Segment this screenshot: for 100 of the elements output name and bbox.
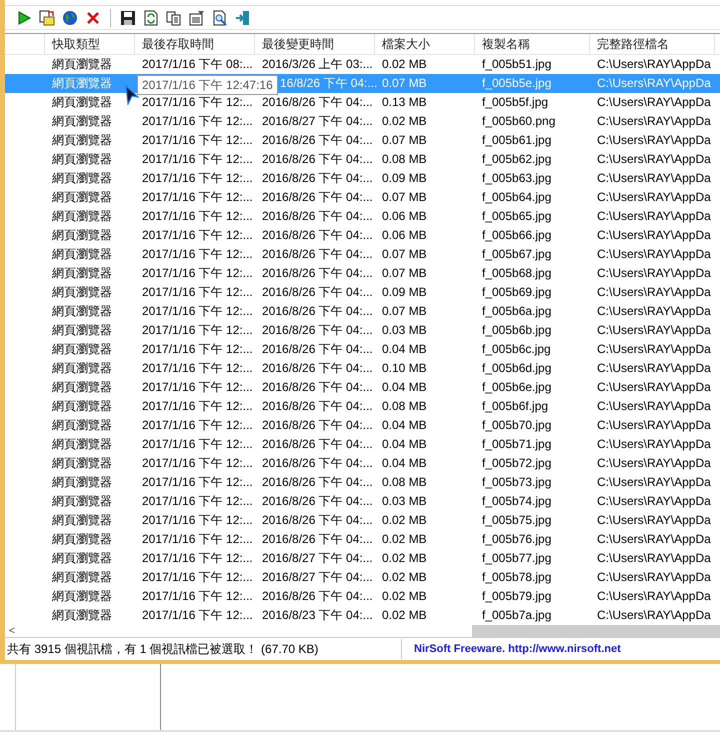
table-cell: 網頁瀏覽器 xyxy=(52,494,112,508)
table-row[interactable]: 網頁瀏覽器 2017/1/16 下午 12:... 2016/8/27 下午 04:... 0.02 MB f_005b77.jpg C:\Users\RAY\AppDa xyxy=(5,549,720,568)
table-row[interactable]: 網頁瀏覽器 2017/1/16 下午 12:... 2016/8/26 下午 04:... 0.07 MB f_005b67.jpg C:\Users\RAY\AppDa xyxy=(5,245,720,264)
table-cell: 0.04 MB xyxy=(382,418,427,432)
table-cell: f_005b76.jpg xyxy=(482,532,552,546)
table-cell: f_005b51.jpg xyxy=(482,57,552,71)
table-row[interactable]: 網頁瀏覽器 2017/1/16 下午 12:... 2016/8/26 下午 04:... 0.07 MB f_005b64.jpg C:\Users\RAY\AppDa xyxy=(5,188,720,207)
save-button[interactable] xyxy=(119,8,137,26)
table-row[interactable]: 網頁瀏覽器 2017/1/16 下午 12:... 2016/8/26 下午 04:... 0.10 MB f_005b6d.jpg C:\Users\RAY\AppDa xyxy=(5,359,720,378)
table-row[interactable]: 網頁瀏覽器 2017/1/16 下午 12:... 2016/8/26 下午 04:... 0.09 MB f_005b63.jpg C:\Users\RAY\AppDa xyxy=(5,169,720,188)
table-cell: C:\Users\RAY\AppDa xyxy=(597,437,711,451)
table-cell: 網頁瀏覽器 xyxy=(52,285,112,299)
table-row[interactable]: 網頁瀏覽器 2017/1/16 下午 12:... 2016/8/26 下午 04:... 0.02 MB f_005b76.jpg C:\Users\RAY\AppDa xyxy=(5,530,720,549)
table-cell: 2016/8/26 下午 04:... xyxy=(262,209,373,223)
table-row[interactable]: 網頁瀏覽器 2017/1/16 下午 12:... 2016/8/26 下午 04:... 0.04 MB f_005b71.jpg C:\Users\RAY\AppDa xyxy=(5,435,720,454)
table-row[interactable]: 網頁瀏覽器 2017/1/16 下午 12:... 2016/8/26 下午 04:... 0.08 MB f_005b62.jpg C:\Users\RAY\AppDa xyxy=(5,150,720,169)
table-cell: 0.03 MB xyxy=(382,494,427,508)
scroll-left-button[interactable]: < xyxy=(5,625,19,637)
table-row[interactable]: 網頁瀏覽器 2017/1/16 下午 12:... 2016/8/26 下午 04:... 0.08 MB f_005b73.jpg C:\Users\RAY\AppDa xyxy=(5,473,720,492)
table-row[interactable]: 網頁瀏覽器 2017/1/16 下午 12:... 2016/8/26 下午 04:... 0.06 MB f_005b66.jpg C:\Users\RAY\AppDa xyxy=(5,226,720,245)
table-cell: 0.02 MB xyxy=(382,513,427,527)
table-cell: 2017/1/16 下午 12:... xyxy=(142,171,253,185)
table-cell: 0.02 MB xyxy=(382,570,427,584)
table-row[interactable]: 網頁瀏覽器 2017/1/16 下午 12:... 2016/8/26 下午 04:... 0.07 MB f_005b6a.jpg C:\Users\RAY\AppDa xyxy=(5,302,720,321)
table-row[interactable]: 網頁瀏覽器 2017/1/16 下午 12:... 2016/8/26 下午 04:... 0.04 MB f_005b72.jpg C:\Users\RAY\AppDa xyxy=(5,454,720,473)
table-row[interactable]: 網頁瀏覽器 2017/1/16 下午 12:... 2016/8/26 下午 04:... 0.09 MB f_005b69.jpg C:\Users\RAY\AppDa xyxy=(5,283,720,302)
table-cell: 2017/1/16 下午 12:... xyxy=(142,456,253,470)
refresh-button[interactable] xyxy=(142,8,160,26)
table-cell: f_005b6f.jpg xyxy=(482,399,548,413)
table-cell: C:\Users\RAY\AppDa xyxy=(597,266,711,280)
table-cell: C:\Users\RAY\AppDa xyxy=(597,456,711,470)
table-cell: f_005b72.jpg xyxy=(482,456,552,470)
table-cell: 2016/8/26 下午 04:... xyxy=(262,266,373,280)
table-cell: 網頁瀏覽器 xyxy=(52,380,112,394)
table-cell: 網頁瀏覽器 xyxy=(52,570,112,584)
table-cell: 0.02 MB xyxy=(382,114,427,128)
find-button[interactable] xyxy=(211,8,229,26)
column-header[interactable]: 複製名稱 xyxy=(475,34,590,54)
table-cell: 2016/8/26 下午 04:... xyxy=(262,437,373,451)
scrollbar-thumb[interactable] xyxy=(472,625,720,637)
table-cell: f_005b60.png xyxy=(482,114,556,128)
table-row[interactable]: 網頁瀏覽器 2017/1/16 下午 12:... 2016/8/27 下午 04:... 0.02 MB f_005b78.jpg C:\Users\RAY\AppDa xyxy=(5,568,720,587)
table-cell: f_005b62.jpg xyxy=(482,152,552,166)
column-header[interactable]: 快取類型 xyxy=(45,34,135,54)
website-link[interactable]: NirSoft Freeware. http://www.nirsoft.net xyxy=(402,643,621,655)
table-cell: 2017/1/16 下午 12:... xyxy=(142,608,253,622)
table-cell: 2017/1/16 下午 12:... xyxy=(142,513,253,527)
table-row[interactable]: 網頁瀏覽器 2017/1/16 下午 12:... 2016/8/26 下午 04:... 0.06 MB f_005b65.jpg C:\Users\RAY\AppDa xyxy=(5,207,720,226)
table-row[interactable]: 網頁瀏覽器 2017/1/16 下午 12:... 2016/8/27 下午 04:... 0.02 MB f_005b60.png C:\Users\RAY\AppDa xyxy=(5,112,720,131)
table-cell: C:\Users\RAY\AppDa xyxy=(597,76,711,90)
table-cell: 網頁瀏覽器 xyxy=(52,475,112,489)
table-cell: 網頁瀏覽器 xyxy=(52,228,112,242)
table-row[interactable]: 網頁瀏覽器 2017/1/16 下午 12:... 2016/8/26 下午 04:... 0.07 MB f_005b68.jpg C:\Users\RAY\AppDa xyxy=(5,264,720,283)
table-cell: f_005b6c.jpg xyxy=(482,342,551,356)
table-row[interactable]: 網頁瀏覽器 2017/1/16 下午 12:... 2016/8/26 下午 04:... 0.13 MB f_005b5f.jpg C:\Users\RAY\AppDa xyxy=(5,93,720,112)
table-row[interactable]: 網頁瀏覽器 2017/1/16 下午 12:... 2016/8/26 下午 04:... 0.04 MB f_005b6c.jpg C:\Users\RAY\AppDa xyxy=(5,340,720,359)
table-cell: 0.06 MB xyxy=(382,228,427,242)
table-cell: f_005b6a.jpg xyxy=(482,304,552,318)
globe-button[interactable] xyxy=(61,8,79,26)
table-row[interactable]: 網頁瀏覽器 2017/1/16 下午 12:... 2016/8/26 下午 04:... 0.04 MB f_005b6e.jpg C:\Users\RAY\AppDa xyxy=(5,378,720,397)
table-cell: 網頁瀏覽器 xyxy=(52,304,112,318)
table-row[interactable]: 網頁瀏覽器 2017/1/16 下午 12:... 2016/8/26 下午 04:... 0.03 MB f_005b6b.jpg C:\Users\RAY\AppDa xyxy=(5,321,720,340)
column-header[interactable]: 最後存取時間 xyxy=(135,34,255,54)
table-cell: 網頁瀏覽器 xyxy=(52,399,112,413)
table-cell: f_005b69.jpg xyxy=(482,285,552,299)
table-cell: f_005b61.jpg xyxy=(482,133,552,147)
table-row[interactable]: 網頁瀏覽器 2017/1/16 下午 12:... 2016/8/26 下午 04:... 0.02 MB f_005b79.jpg C:\Users\RAY\AppDa xyxy=(5,587,720,606)
column-header[interactable]: 最後變更時間 xyxy=(255,34,375,54)
tooltip: 2017/1/16 下午 12:47:16 xyxy=(137,75,278,95)
copy-button[interactable] xyxy=(165,8,183,26)
table-cell: 2016/8/26 下午 04:... xyxy=(262,171,373,185)
table-cell: 2016/8/26 下午 04:... xyxy=(262,456,373,470)
column-header[interactable]: 完整路徑檔名 xyxy=(590,34,715,54)
table-cell: C:\Users\RAY\AppDa xyxy=(597,380,711,394)
table-cell: 2016/8/26 下午 04:... xyxy=(262,532,373,546)
table-cell: 2016/8/26 下午 04:... xyxy=(262,589,373,603)
column-header[interactable]: 檔案大小 xyxy=(375,34,475,54)
properties-button[interactable] xyxy=(188,8,206,26)
open-button[interactable] xyxy=(38,8,56,26)
table-cell: 網頁瀏覽器 xyxy=(52,361,112,375)
table-cell: 2016/8/26 下午 04:... xyxy=(262,133,373,147)
table-row[interactable]: 網頁瀏覽器 2017/1/16 下午 12:... 2016/8/26 下午 04:... 0.02 MB f_005b75.jpg C:\Users\RAY\AppDa xyxy=(5,511,720,530)
table-row[interactable]: 網頁瀏覽器 2017/1/16 下午 12:... 2016/8/26 下午 04:... 0.03 MB f_005b74.jpg C:\Users\RAY\AppDa xyxy=(5,492,720,511)
table-cell: 2017/1/16 下午 08:... xyxy=(142,57,253,71)
table-cell: 0.04 MB xyxy=(382,380,427,394)
table-row[interactable]: 網頁瀏覽器 2017/1/16 下午 12:... 2016/8/26 下午 04:... 0.04 MB f_005b70.jpg C:\Users\RAY\AppDa xyxy=(5,416,720,435)
table-row[interactable]: 網頁瀏覽器 2017/1/16 下午 12:... 2016/8/26 下午 04:... 0.08 MB f_005b6f.jpg C:\Users\RAY\AppDa xyxy=(5,397,720,416)
table-cell: 0.07 MB xyxy=(382,76,427,90)
table-cell: f_005b73.jpg xyxy=(482,475,552,489)
table-row[interactable]: 網頁瀏覽器 2017/1/16 下午 12:... 2016/8/23 下午 04:... 0.02 MB f_005b7a.jpg C:\Users\RAY\AppDa xyxy=(5,606,720,625)
exit-button[interactable] xyxy=(234,8,252,26)
table-cell: 2016/8/26 下午 04:... xyxy=(262,228,373,242)
table-cell: 0.03 MB xyxy=(382,323,427,337)
table-row[interactable]: 網頁瀏覽器 2017/1/16 下午 08:... 2016/3/26 上午 03:... 0.02 MB f_005b51.jpg C:\Users\RAY\AppDa xyxy=(5,55,720,74)
table-row[interactable]: 網頁瀏覽器 2017/1/16 下午 12:... 2016/8/26 下午 04:... 0.07 MB f_005b61.jpg C:\Users\RAY\AppDa xyxy=(5,131,720,150)
table-cell: 2017/1/16 下午 12:... xyxy=(142,133,253,147)
table-cell: C:\Users\RAY\AppDa xyxy=(597,570,711,584)
table-cell: 2016/3/26 上午 03:... xyxy=(262,57,373,71)
table-cell: 2016/8/26 下午 04:... xyxy=(262,285,373,299)
table-cell: 0.10 MB xyxy=(382,361,427,375)
